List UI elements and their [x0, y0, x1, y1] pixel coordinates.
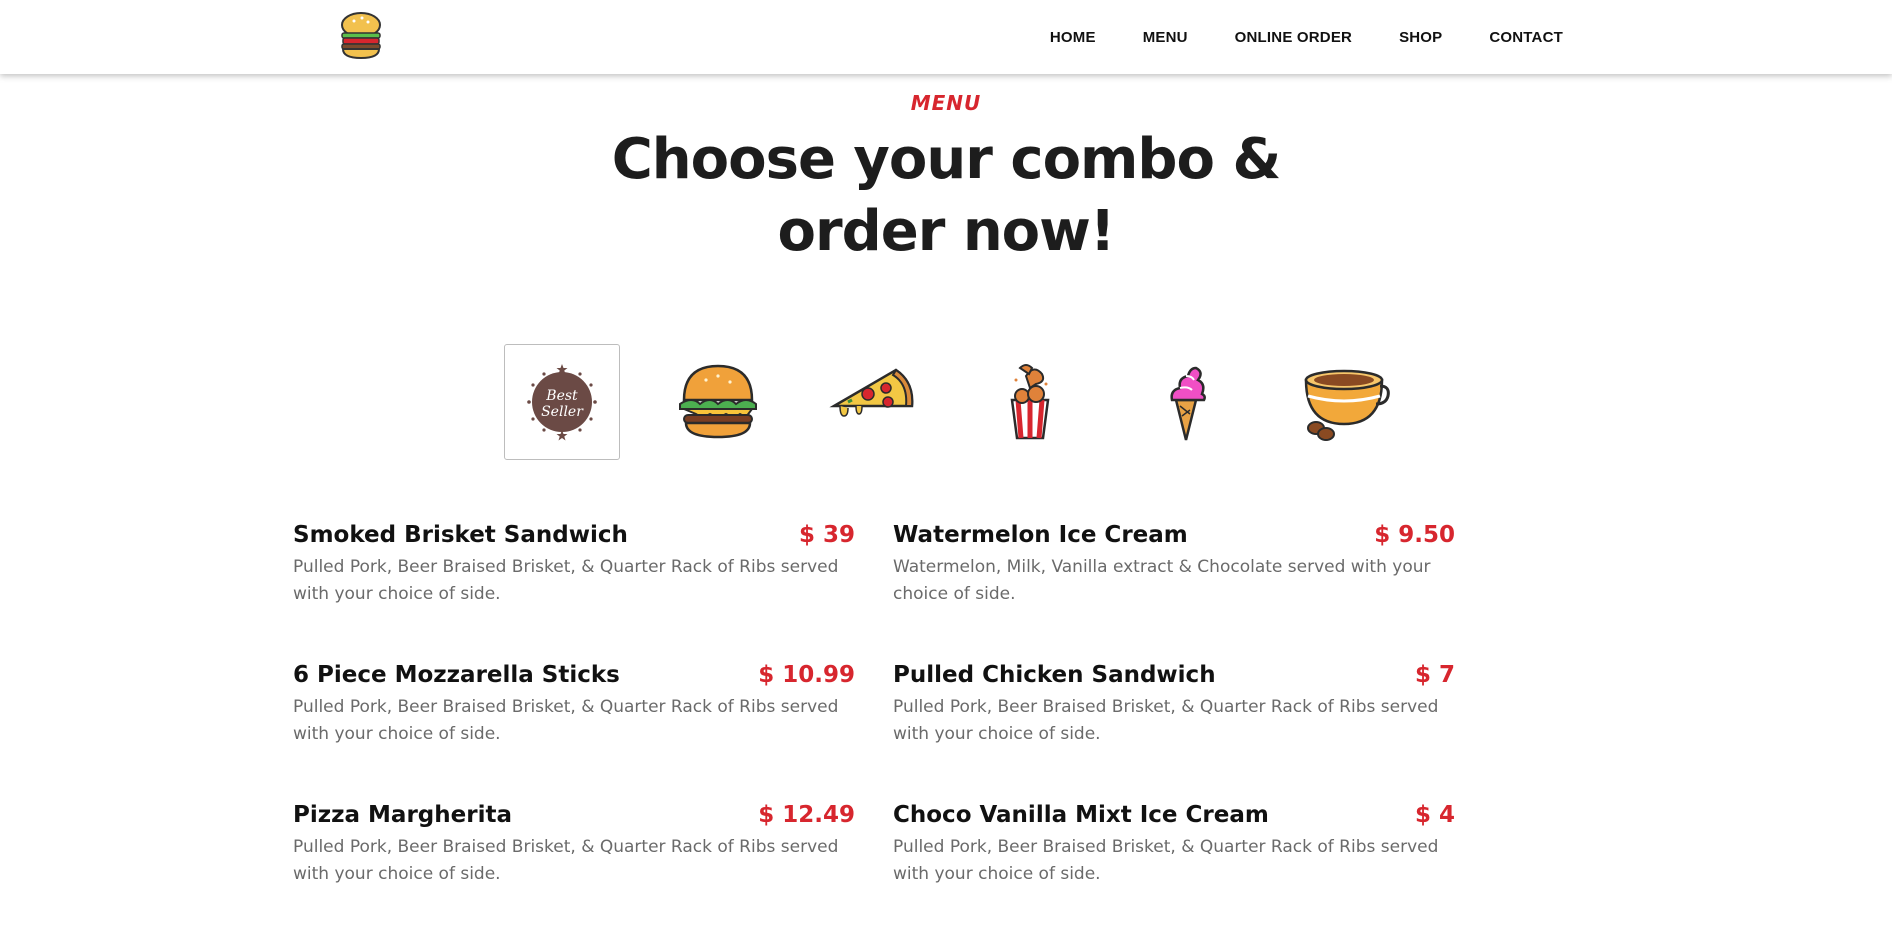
coffee-cup-icon — [1304, 369, 1390, 441]
category-tab-burger[interactable] — [660, 344, 776, 460]
menu-item-description: Pulled Pork, Beer Braised Brisket, & Qua… — [893, 837, 1439, 884]
menu-item-name: Pulled Chicken Sandwich — [893, 662, 1216, 688]
menu-item[interactable]: Smoked Brisket Sandwich $ 39 Pulled Pork… — [293, 522, 855, 608]
nav-shop[interactable]: SHOP — [1399, 29, 1442, 46]
menu-item-description: Pulled Pork, Beer Braised Brisket, & Qua… — [293, 837, 839, 884]
nav-contact[interactable]: CONTACT — [1489, 29, 1563, 46]
menu-item-description: Pulled Pork, Beer Braised Brisket, & Qua… — [893, 697, 1439, 744]
nav-online-order[interactable]: ONLINE ORDER — [1235, 29, 1352, 46]
menu-item-price: $ 10.99 — [758, 662, 855, 688]
menu-item-name: Smoked Brisket Sandwich — [293, 522, 628, 548]
pizza-slice-icon — [829, 368, 914, 417]
menu-item-price: $ 7 — [1414, 662, 1455, 688]
ice-cream-cone-icon — [1170, 366, 1206, 441]
main-nav: HOME MENU ONLINE ORDER SHOP CONTACT — [1050, 0, 1563, 74]
badge-label-bottom: Seller — [541, 404, 584, 420]
nav-home[interactable]: HOME — [1050, 29, 1096, 46]
menu-item[interactable]: Watermelon Ice Cream $ 9.50 Watermelon, … — [893, 522, 1455, 608]
section-title-line2: order now! — [777, 199, 1116, 264]
menu-item-description: Pulled Pork, Beer Braised Brisket, & Qua… — [293, 557, 839, 604]
badge-label-top: Best — [545, 388, 578, 404]
menu-item[interactable]: Choco Vanilla Mixt Ice Cream $ 4 Pulled … — [893, 802, 1455, 888]
menu-item-description: Watermelon, Milk, Vanilla extract & Choc… — [893, 557, 1431, 604]
menu-item-price: $ 4 — [1414, 802, 1455, 828]
category-tab-coffee[interactable] — [1284, 344, 1400, 460]
section-title-line1: Choose your combo & — [611, 127, 1282, 192]
site-header: HOME MENU ONLINE ORDER SHOP CONTACT — [0, 0, 1892, 74]
menu-item-price: $ 9.50 — [1374, 522, 1455, 548]
menu-item-name: Pizza Margherita — [293, 802, 512, 828]
menu-item[interactable]: Pulled Chicken Sandwich $ 7 Pulled Pork,… — [893, 662, 1455, 748]
menu-item-description: Pulled Pork, Beer Braised Brisket, & Qua… — [293, 697, 839, 744]
fried-chicken-bucket-icon — [1010, 364, 1050, 440]
category-tab-pizza[interactable] — [816, 344, 932, 460]
menu-item[interactable]: 6 Piece Mozzarella Sticks $ 10.99 Pulled… — [293, 662, 855, 748]
burger-logo-icon[interactable] — [334, 8, 388, 62]
category-tab-best-seller[interactable]: Best Seller — [504, 344, 620, 460]
menu-item[interactable]: Pizza Margherita $ 12.49 Pulled Pork, Be… — [293, 802, 855, 888]
menu-item-name: 6 Piece Mozzarella Sticks — [293, 662, 620, 688]
best-seller-badge-icon: Best Seller — [527, 364, 597, 441]
nav-menu[interactable]: MENU — [1143, 29, 1188, 46]
menu-item-price: $ 12.49 — [758, 802, 855, 828]
menu-item-name: Choco Vanilla Mixt Ice Cream — [893, 802, 1269, 828]
category-tab-ice-cream[interactable] — [1128, 344, 1244, 460]
section-title: Choose your combo & order now! — [0, 124, 1892, 268]
menu-item-price: $ 39 — [798, 522, 855, 548]
category-tab-chicken[interactable] — [972, 344, 1088, 460]
category-tabs: Best Seller — [504, 344, 1400, 460]
burger-icon — [679, 364, 757, 439]
menu-item-name: Watermelon Ice Cream — [893, 522, 1188, 548]
section-eyebrow: MENU — [910, 91, 982, 115]
